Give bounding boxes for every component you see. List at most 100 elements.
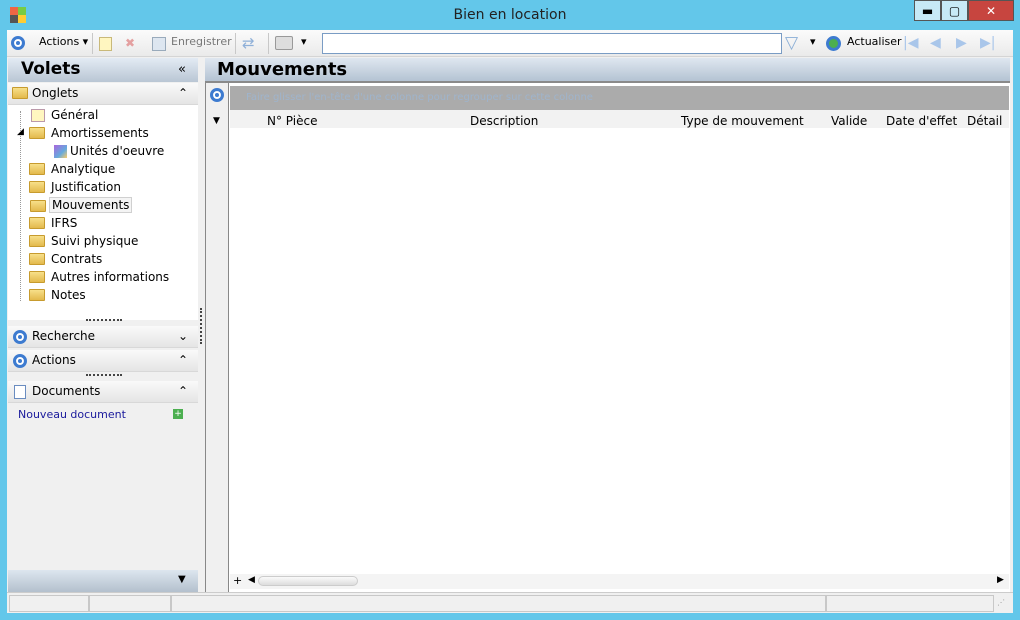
scroll-left-icon[interactable]: ◀ <box>248 575 255 585</box>
section-label: Recherche <box>32 329 96 343</box>
minimize-button[interactable]: ▬ <box>914 0 941 21</box>
tree-item-label: Notes <box>51 288 86 302</box>
search-input[interactable] <box>322 33 782 54</box>
first-record-icon[interactable]: |◀ <box>903 35 918 51</box>
resize-grip-icon[interactable]: ⋰ <box>997 598 1005 607</box>
sync-icon[interactable]: ⇄ <box>242 34 255 52</box>
section-label: Onglets <box>32 86 79 100</box>
collapse-section-icon[interactable]: ⌃ <box>178 384 188 398</box>
scroll-right-icon[interactable]: ▶ <box>997 575 1004 585</box>
tree-item-analytique[interactable]: Analytique <box>29 162 116 176</box>
tree-item-mouvements[interactable]: Mouvements <box>30 197 133 213</box>
actions-menu[interactable]: Actions ▾ <box>39 35 88 48</box>
section-label: Actions <box>32 353 76 367</box>
print-icon[interactable] <box>275 36 293 50</box>
folder-icon <box>29 217 45 229</box>
client-area: Actions ▾ ✖ Enregistrer ⇄ ▾ ▽ ▾ Actualis… <box>7 30 1013 613</box>
tree-item-unites[interactable]: Unités d'oeuvre <box>54 144 165 158</box>
tree-item-label: Amortissements <box>51 126 149 140</box>
delete-icon[interactable]: ✖ <box>125 36 135 50</box>
column-header-type[interactable]: Type de mouvement <box>681 114 804 128</box>
expand-section-icon[interactable]: ⌄ <box>178 329 188 343</box>
horizontal-scrollbar[interactable]: + ◀ ▶ <box>230 574 1009 589</box>
group-by-area[interactable]: Faire glisser l'en-tête d'une colonne po… <box>230 86 1009 110</box>
grid-options-icon[interactable] <box>210 88 224 102</box>
column-chooser-icon[interactable]: ▼ <box>213 116 220 126</box>
status-bar: ⋰ <box>7 592 1013 612</box>
refresh-button[interactable]: Actualiser <box>847 35 902 48</box>
column-header-date[interactable]: Date d'effet <box>886 114 957 128</box>
tree-item-amortissements[interactable]: ◢ Amortissements <box>17 126 149 140</box>
filter-dropdown[interactable]: ▾ <box>810 35 816 48</box>
section-onglets[interactable]: Onglets ⌃ <box>8 83 198 105</box>
filter-icon[interactable]: ▽ <box>785 33 798 53</box>
collapse-section-icon[interactable]: ⌃ <box>178 353 188 367</box>
tree-item-contrats[interactable]: Contrats <box>29 252 102 266</box>
general-icon <box>31 109 45 122</box>
new-icon[interactable] <box>99 37 112 51</box>
panels-title: Volets <box>21 59 81 79</box>
column-header-numero[interactable]: N° Pièce <box>267 114 317 128</box>
search-section-icon <box>13 330 27 344</box>
tree-item-label: Mouvements <box>52 198 130 212</box>
new-document-link[interactable]: Nouveau document <box>18 408 126 421</box>
actions-label: Actions <box>39 35 80 48</box>
status-cell <box>9 595 89 612</box>
maximize-button[interactable]: ▢ <box>941 0 968 21</box>
next-record-icon[interactable]: ▶ <box>956 35 967 51</box>
tree-item-ifrs[interactable]: IFRS <box>29 216 77 230</box>
column-header-description[interactable]: Description <box>470 114 538 128</box>
folder-icon <box>29 235 45 247</box>
folder-icon <box>29 253 45 265</box>
unit-icon <box>54 145 67 158</box>
splitter-grip[interactable] <box>200 308 202 344</box>
close-button[interactable]: ✕ <box>968 0 1014 21</box>
last-record-icon[interactable]: ▶| <box>980 35 995 51</box>
column-header-detail[interactable]: Détail <box>967 114 1002 128</box>
page-title: Mouvements <box>217 59 348 80</box>
tree-item-label: Unités d'oeuvre <box>70 144 165 158</box>
scroll-thumb[interactable] <box>258 576 358 586</box>
status-cell <box>826 595 994 612</box>
status-cell <box>171 595 826 612</box>
print-dropdown[interactable]: ▾ <box>301 35 307 48</box>
options-icon[interactable] <box>11 36 25 50</box>
collapse-panel-button[interactable]: « <box>178 62 186 77</box>
tree-item-justification[interactable]: Justification <box>29 180 121 194</box>
column-header-valide[interactable]: Valide <box>831 114 867 128</box>
section-actions[interactable]: Actions ⌃ <box>8 350 198 372</box>
tree-item-notes[interactable]: Notes <box>29 288 86 302</box>
panels-header: Volets « <box>8 58 198 82</box>
folder-icon <box>29 181 45 193</box>
folder-icon <box>29 163 45 175</box>
section-documents[interactable]: Documents ⌃ <box>8 381 198 403</box>
resize-grip[interactable] <box>86 374 122 376</box>
folder-icon <box>29 127 45 139</box>
previous-record-icon[interactable]: ◀ <box>930 35 941 51</box>
section-recherche[interactable]: Recherche ⌄ <box>8 326 198 348</box>
separator <box>92 33 93 54</box>
folder-icon <box>29 289 45 301</box>
status-cell <box>89 595 171 612</box>
tree-item-general[interactable]: Général <box>31 108 98 122</box>
tree-item-label: Analytique <box>51 162 116 176</box>
more-panels-dropdown[interactable]: ▼ <box>178 574 186 585</box>
add-row-icon[interactable]: + <box>233 574 242 587</box>
tree-item-label: Autres informations <box>51 270 170 284</box>
tree-item-label: Suivi physique <box>51 234 139 248</box>
save-button[interactable]: Enregistrer <box>171 35 232 48</box>
separator <box>268 33 269 54</box>
tree-item-autres-informations[interactable]: Autres informations <box>29 270 170 284</box>
collapse-section-icon[interactable]: ⌃ <box>178 86 188 100</box>
section-label: Documents <box>32 384 101 398</box>
folder-icon <box>12 87 28 99</box>
expand-icon[interactable]: ◢ <box>17 127 24 137</box>
refresh-icon <box>826 36 841 51</box>
title-bar: Bien en location ▬ ▢ ✕ <box>0 0 1020 30</box>
tree-item-suivi-physique[interactable]: Suivi physique <box>29 234 139 248</box>
save-icon[interactable] <box>152 37 166 51</box>
panel-footer: ▼ <box>8 570 198 592</box>
resize-grip[interactable] <box>86 319 122 321</box>
add-document-icon[interactable]: + <box>173 409 183 419</box>
movements-grid: Faire glisser l'en-tête d'une colonne po… <box>205 83 1010 593</box>
